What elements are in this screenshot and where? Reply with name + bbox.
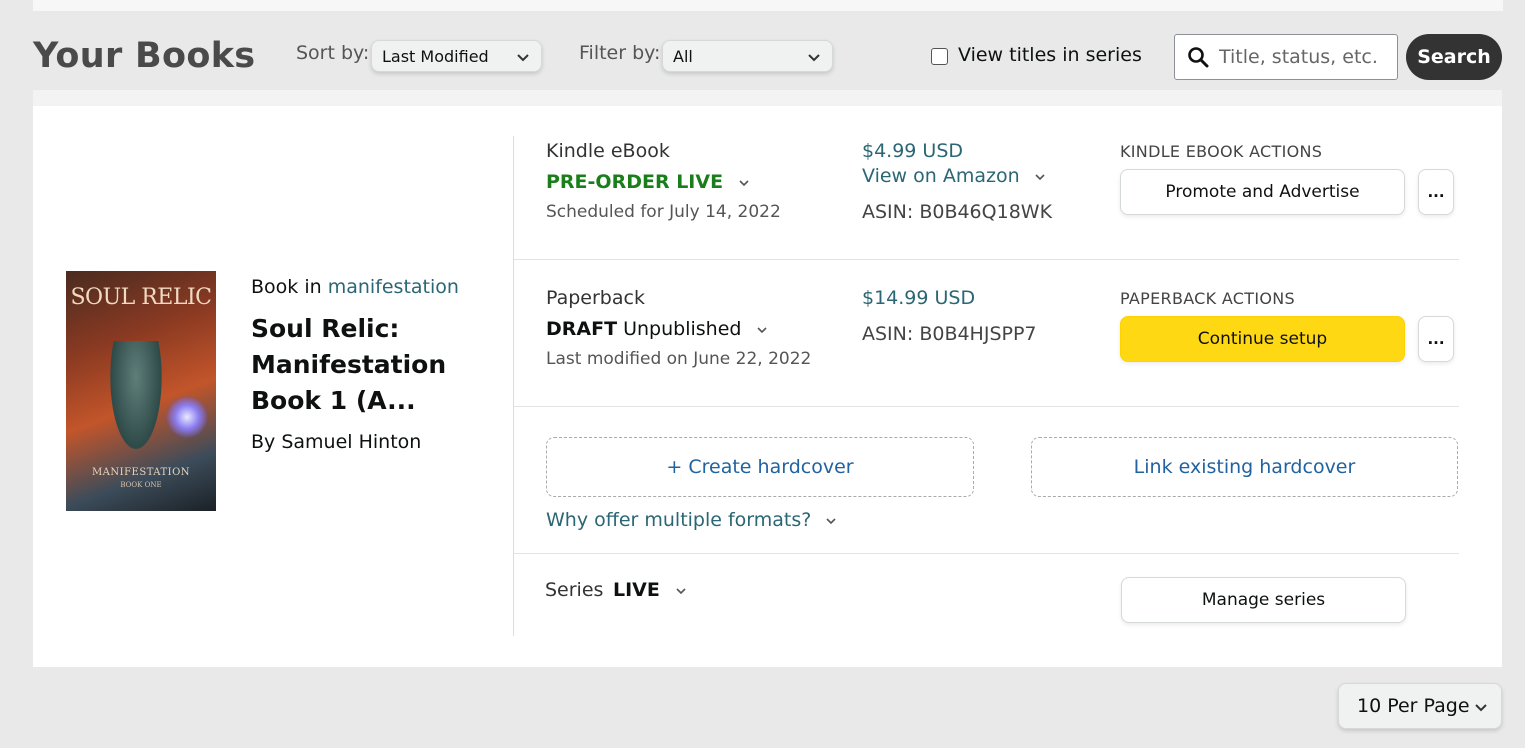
search-box	[1174, 34, 1398, 80]
per-page-value: 10 Per Page	[1357, 695, 1470, 717]
book-in-prefix: Book in	[251, 276, 322, 298]
chevron-down-icon	[826, 517, 836, 524]
search-input[interactable]	[1219, 43, 1389, 71]
ebook-asin: ASIN: B0B46Q18WK	[862, 201, 1053, 223]
series-link[interactable]: manifestation	[328, 276, 459, 298]
series-label: Series	[545, 579, 604, 601]
promote-and-advertise-button[interactable]: Promote and Advertise	[1120, 169, 1405, 215]
ebook-schedule-text: Scheduled for July 14, 2022	[546, 202, 781, 222]
paperback-actions-label: PAPERBACK ACTIONS	[1120, 289, 1295, 308]
card-inner: SOUL RELIC MANIFESTATION BOOK ONE Book i…	[33, 106, 1502, 667]
filter-select-value: All	[673, 47, 693, 66]
create-hardcover-button[interactable]: + Create hardcover	[546, 437, 974, 497]
paperback-format-name: Paperback	[546, 287, 645, 309]
why-multiple-formats[interactable]: Why offer multiple formats?	[546, 509, 837, 531]
chevron-down-icon	[1035, 173, 1045, 180]
paperback-status-bold: DRAFT	[546, 318, 618, 340]
continue-setup-button[interactable]: Continue setup	[1120, 316, 1405, 362]
paperback-modified-text: Last modified on June 22, 2022	[546, 349, 812, 369]
sort-select-value: Last Modified	[382, 47, 489, 66]
chevron-down-icon	[739, 179, 749, 186]
search-button[interactable]: Search	[1406, 34, 1502, 80]
paperback-price: $14.99 USD	[862, 287, 976, 309]
ebook-status[interactable]: PRE-ORDER LIVE	[546, 171, 750, 193]
book-series-line: Book in manifestation	[251, 276, 459, 298]
per-page-select[interactable]: 10 Per Page	[1338, 683, 1502, 729]
ebook-price: $4.99 USD	[862, 140, 964, 162]
series-status-text: LIVE	[613, 579, 660, 601]
chevron-down-icon	[517, 54, 529, 62]
books-header: Your Books Sort by: Last Modified Filter…	[0, 0, 1525, 100]
card-topline	[33, 90, 1502, 106]
chevron-down-icon	[808, 54, 820, 62]
chevron-down-icon	[675, 587, 686, 594]
book-author: By Samuel Hinton	[251, 431, 422, 453]
row-divider	[514, 406, 1459, 407]
cover-title: SOUL RELIC	[70, 285, 212, 310]
view-series-label[interactable]: View titles in series	[958, 44, 1142, 66]
book-title[interactable]: Soul Relic: Manifestation Book 1 (A...	[251, 311, 481, 419]
chevron-down-icon	[1475, 704, 1487, 712]
paperback-status-rest: Unpublished	[623, 318, 742, 340]
cover-subtitle: MANIFESTATION	[91, 467, 191, 478]
paperback-asin: ASIN: B0B4HJSPP7	[862, 323, 1037, 345]
row-divider	[514, 553, 1459, 554]
vertical-divider	[513, 136, 514, 636]
ebook-format-name: Kindle eBook	[546, 140, 670, 162]
why-multiple-formats-link: Why offer multiple formats?	[546, 509, 812, 531]
link-existing-hardcover-button[interactable]: Link existing hardcover	[1031, 437, 1458, 497]
sort-label: Sort by:	[296, 42, 370, 64]
ebook-more-actions-button[interactable]: ...	[1418, 169, 1454, 215]
view-series-checkbox[interactable]	[931, 48, 948, 65]
book-cover-image[interactable]: SOUL RELIC MANIFESTATION BOOK ONE	[66, 271, 216, 511]
cover-orb	[166, 396, 208, 438]
chevron-down-icon	[756, 326, 767, 333]
cover-figure	[106, 341, 166, 461]
cover-subtitle-2: BOOK ONE	[120, 481, 162, 489]
search-icon	[1188, 47, 1209, 68]
book-card: SOUL RELIC MANIFESTATION BOOK ONE Book i…	[33, 90, 1502, 667]
series-status[interactable]: LIVE	[613, 579, 687, 601]
view-on-amazon-link: View on Amazon	[862, 165, 1020, 187]
ebook-view-on-amazon[interactable]: View on Amazon	[862, 165, 1046, 187]
row-divider	[514, 259, 1459, 260]
filter-label: Filter by:	[579, 42, 661, 64]
ebook-status-text: PRE-ORDER LIVE	[546, 171, 724, 193]
filter-select[interactable]: All	[662, 40, 833, 72]
manage-series-button[interactable]: Manage series	[1121, 577, 1406, 623]
page-title: Your Books	[33, 36, 256, 76]
sort-select[interactable]: Last Modified	[371, 40, 542, 72]
paperback-more-actions-button[interactable]: ...	[1418, 316, 1454, 362]
ebook-actions-label: KINDLE EBOOK ACTIONS	[1120, 142, 1323, 161]
paperback-status[interactable]: DRAFT Unpublished	[546, 318, 768, 340]
